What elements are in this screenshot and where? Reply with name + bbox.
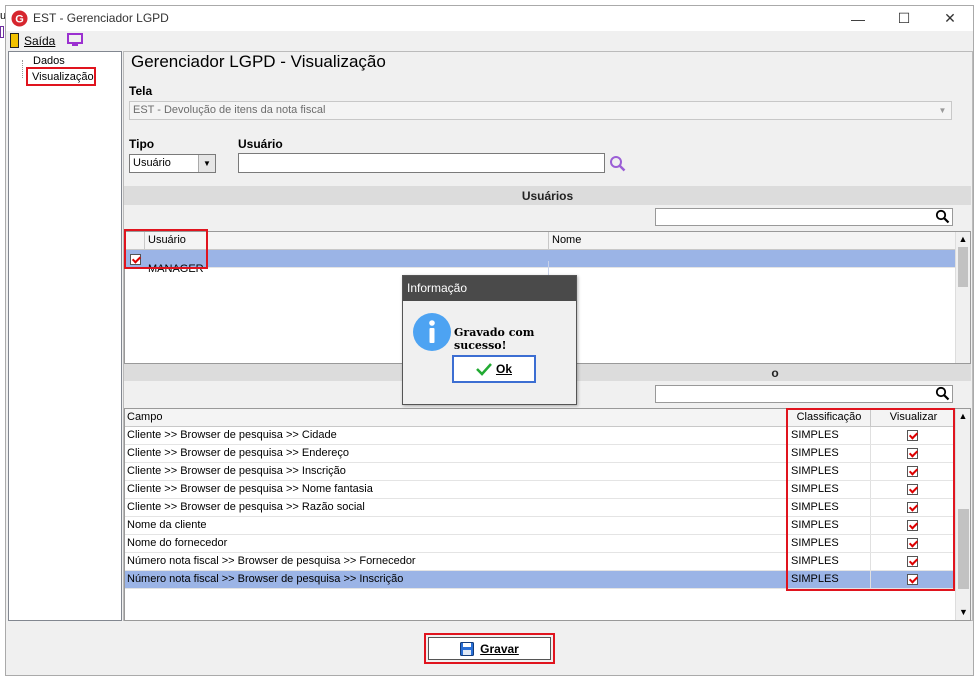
scroll-up-arrow-icon[interactable]: ▲ bbox=[956, 409, 970, 424]
info-dialog: Informação Gravado com sucesso! Ok bbox=[402, 275, 577, 405]
fields-filter-search-icon[interactable] bbox=[935, 386, 950, 401]
floppy-disk-icon bbox=[460, 641, 475, 656]
field-row-campo: Cliente >> Browser de pesquisa >> Inscri… bbox=[125, 463, 787, 480]
fields-highlight-box bbox=[786, 408, 955, 591]
fields-filter-input[interactable] bbox=[655, 385, 953, 403]
app-logo-icon: G bbox=[11, 10, 28, 27]
usuario-search-icon[interactable] bbox=[609, 155, 626, 172]
save-button[interactable]: Gravar bbox=[428, 637, 551, 660]
exit-door-icon bbox=[10, 33, 19, 48]
field-row-campo: Cliente >> Browser de pesquisa >> Cidade bbox=[125, 427, 787, 444]
field-row-campo: Cliente >> Browser de pesquisa >> Endere… bbox=[125, 445, 787, 462]
ok-button-label: Ok bbox=[495, 362, 512, 376]
exit-label: Saída bbox=[24, 33, 56, 48]
usuario-label: Usuário bbox=[238, 137, 283, 151]
fields-section-title: o bbox=[771, 365, 779, 380]
maximize-button[interactable]: ☐ bbox=[881, 6, 927, 31]
users-filter-search-icon[interactable] bbox=[935, 209, 950, 224]
monitor-icon[interactable] bbox=[67, 33, 83, 46]
navigation-tree bbox=[8, 51, 122, 621]
field-row-campo: Nome do fornecedor bbox=[125, 535, 787, 552]
users-filter-input[interactable] bbox=[655, 208, 953, 226]
scroll-thumb[interactable] bbox=[958, 509, 969, 589]
fields-col-campo[interactable]: Campo bbox=[125, 409, 787, 426]
tela-label: Tela bbox=[129, 84, 153, 98]
usuarios-section-header: Usuários bbox=[124, 186, 971, 205]
minimize-button[interactable]: — bbox=[835, 6, 881, 31]
ok-button[interactable]: Ok bbox=[452, 355, 536, 383]
field-row-campo: Nome da cliente bbox=[125, 517, 787, 534]
close-button[interactable]: ✕ bbox=[927, 6, 973, 31]
edge-marker bbox=[0, 26, 4, 38]
table-row[interactable]: MANAGER bbox=[125, 250, 955, 278]
svg-text:G: G bbox=[15, 14, 24, 26]
scroll-up-arrow-icon[interactable]: ▲ bbox=[956, 232, 970, 247]
field-row-campo: Cliente >> Browser de pesquisa >> Nome f… bbox=[125, 481, 787, 498]
menu-bar bbox=[6, 31, 973, 51]
user-row-nome bbox=[550, 261, 954, 278]
tree-item-dados[interactable]: Dados bbox=[33, 55, 65, 67]
users-grid-scrollbar[interactable]: ▲ bbox=[955, 232, 970, 363]
field-row-campo: Número nota fiscal >> Browser de pesquis… bbox=[125, 571, 787, 588]
field-row-campo: Cliente >> Browser de pesquisa >> Razão … bbox=[125, 499, 787, 516]
field-row-campo: Número nota fiscal >> Browser de pesquis… bbox=[125, 553, 787, 570]
tipo-value: Usuário bbox=[133, 157, 171, 169]
checkmark-icon bbox=[476, 362, 492, 376]
users-col-nome[interactable]: Nome bbox=[550, 232, 954, 249]
tela-combo[interactable]: EST - Devolução de itens da nota fiscal … bbox=[129, 101, 952, 120]
info-icon bbox=[412, 312, 452, 352]
page-title: Gerenciador LGPD - Visualização bbox=[131, 52, 386, 71]
dialog-message: Gravado com sucesso! bbox=[454, 326, 535, 352]
scroll-down-arrow-icon[interactable]: ▼ bbox=[956, 605, 970, 620]
users-highlight-box bbox=[124, 229, 208, 269]
save-button-label: Gravar bbox=[480, 641, 519, 656]
usuarios-section-title: Usuários bbox=[521, 188, 574, 203]
dialog-title: Informação bbox=[403, 276, 576, 301]
usuario-input[interactable] bbox=[238, 153, 605, 173]
tela-value: EST - Devolução de itens da nota fiscal bbox=[133, 104, 326, 116]
tipo-label: Tipo bbox=[129, 137, 155, 151]
tipo-dropdown-icon: ▼ bbox=[198, 155, 215, 172]
users-grid-header: Usuário Nome bbox=[125, 232, 955, 250]
scroll-thumb[interactable] bbox=[958, 247, 968, 287]
tree-connector bbox=[22, 60, 24, 78]
exit-menu-item[interactable]: Saída bbox=[10, 33, 55, 48]
fields-grid-scrollbar[interactable]: ▲ ▼ bbox=[955, 409, 970, 620]
tela-dropdown-icon: ▼ bbox=[938, 106, 947, 115]
tree-item-visualizacao[interactable]: Visualização bbox=[26, 67, 96, 86]
tipo-select[interactable]: Usuário ▼ bbox=[129, 154, 216, 173]
window-title: EST - Gerenciador LGPD bbox=[33, 11, 169, 25]
